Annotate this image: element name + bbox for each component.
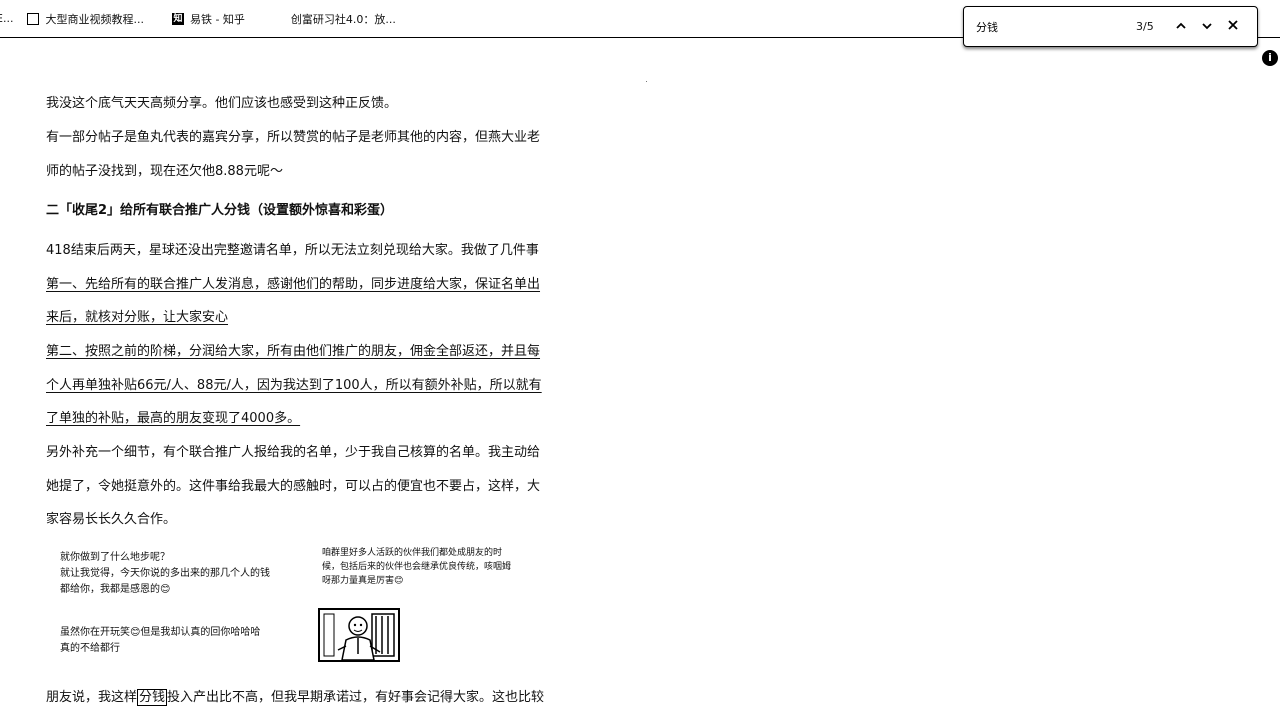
chat-line: 呀那力量真是厉害😊 [322, 576, 404, 586]
paragraph: 另外补充一个细节，有个联合推广人报给我的名单，少于我自己核算的名单。我主动给 [46, 445, 541, 460]
paragraph-underlined: 个人再单独补贴66元/人、88元/人，因为我达到了100人，所以有额外补贴，所以… [46, 378, 542, 393]
chat-line: 真的不给都行 [60, 643, 120, 654]
find-previous-button[interactable] [1168, 19, 1194, 34]
paragraph: 我没这个底气天天高频分享。他们应该也感受到这种正反馈。 [46, 96, 398, 111]
find-next-button[interactable] [1194, 19, 1220, 34]
bookmark-item[interactable]: 创富研习社4.0：放... [273, 11, 396, 27]
zhihu-icon: 知 [171, 12, 184, 25]
find-input[interactable] [976, 20, 1126, 33]
bookmark-item[interactable]: 大型商业视频教程... [27, 11, 144, 27]
text: 投入产出比不高，但我早期承诺过，有好事会记得大家。这也比较 [167, 690, 545, 705]
chat-line: 都给你，我都是感恩的😊 [60, 584, 171, 595]
section-heading: 二「收尾2」给所有联合推广人分钱（设置额外惊喜和彩蛋） [46, 203, 394, 218]
chat-message: 咱群里好多人活跃的伙伴我们都处成朋友的时 候，包括后来的伙伴也会继承优良传统，咳… [322, 546, 511, 588]
paragraph: 418结束后两天，星球还没出完整邀请名单，所以无法立刻兑现给大家。我做了几件事 [46, 243, 539, 258]
stray-dot [646, 81, 647, 82]
chat-message: 就你做到了什么地步呢？ 就让我觉得，今天你说的多出来的那几个人的钱 都给你，我都… [60, 550, 270, 598]
accessibility-icon[interactable]: i [1262, 50, 1278, 66]
chat-line: 虽然你在开玩笑😊但是我却认真的回你哈哈哈 [60, 627, 261, 638]
chat-line: 咱群里好多人活跃的伙伴我们都处成朋友的时 [322, 548, 503, 558]
find-match-count: 3/5 [1136, 20, 1154, 33]
bookmark-label: 创富研习社4.0：放... [290, 12, 396, 26]
bookmark-label: 大型商业视频教程... [45, 12, 144, 26]
chevron-up-icon [1176, 22, 1186, 29]
text: 朋友说，我这样 [46, 690, 138, 705]
find-close-button[interactable] [1220, 19, 1246, 34]
bookmark-item[interactable]: E... [0, 12, 13, 25]
paragraph-underlined: 第二、按照之前的阶梯，分润给大家，所有由他们推广的朋友，佣金全部返还，并且每 [46, 344, 541, 359]
chat-line: 就让我觉得，今天你说的多出来的那几个人的钱 [60, 568, 270, 579]
paragraph-underlined: 了单独的补贴，最高的朋友变现了4000多。 [46, 411, 301, 426]
paragraph-underlined: 来后，就核对分账，让大家安心 [46, 310, 229, 325]
paragraph: 家容易长长久久合作。 [46, 512, 177, 527]
bookmark-label: E... [0, 12, 14, 25]
find-match-highlight: 分钱 [137, 689, 168, 706]
find-bar: 3/5 [963, 6, 1258, 47]
sticker-image [318, 608, 400, 662]
close-icon [1228, 20, 1238, 30]
paragraph: 朋友说，我这样 分钱 投入产出比不高，但我早期承诺过，有好事会记得大家。这也比较 [46, 686, 558, 706]
bookmark-item[interactable]: 知 易铁 - 知乎 [171, 11, 245, 27]
page-icon [273, 13, 285, 25]
cartoon-figure-icon [320, 610, 398, 660]
page-icon [27, 12, 40, 25]
chat-line: 候，包括后来的伙伴也会继承优良传统，咳咽姆 [322, 562, 512, 572]
chat-screenshot: 就你做到了什么地步呢？ 就让我觉得，今天你说的多出来的那几个人的钱 都给你，我都… [54, 544, 534, 668]
paragraph: 有一部分帖子是鱼丸代表的嘉宾分享，所以赞赏的帖子是老师其他的内容，但燕大业老 [46, 130, 541, 145]
paragraph: 她提了，令她挺意外的。这件事给我最大的感触时，可以占的便宜也不要占，这样，大 [46, 479, 541, 494]
chat-message: 虽然你在开玩笑😊但是我却认真的回你哈哈哈 真的不给都行 [60, 625, 260, 657]
paragraph-underlined: 第一、先给所有的联合推广人发消息，感谢他们的帮助，同步进度给大家，保证名单出 [46, 277, 541, 292]
chevron-down-icon [1202, 23, 1212, 30]
chat-line: 就你做到了什么地步呢？ [60, 552, 170, 563]
bookmark-label: 易铁 - 知乎 [189, 12, 245, 26]
paragraph: 师的帖子没找到，现在还欠他8.88元呢～ [46, 164, 283, 179]
